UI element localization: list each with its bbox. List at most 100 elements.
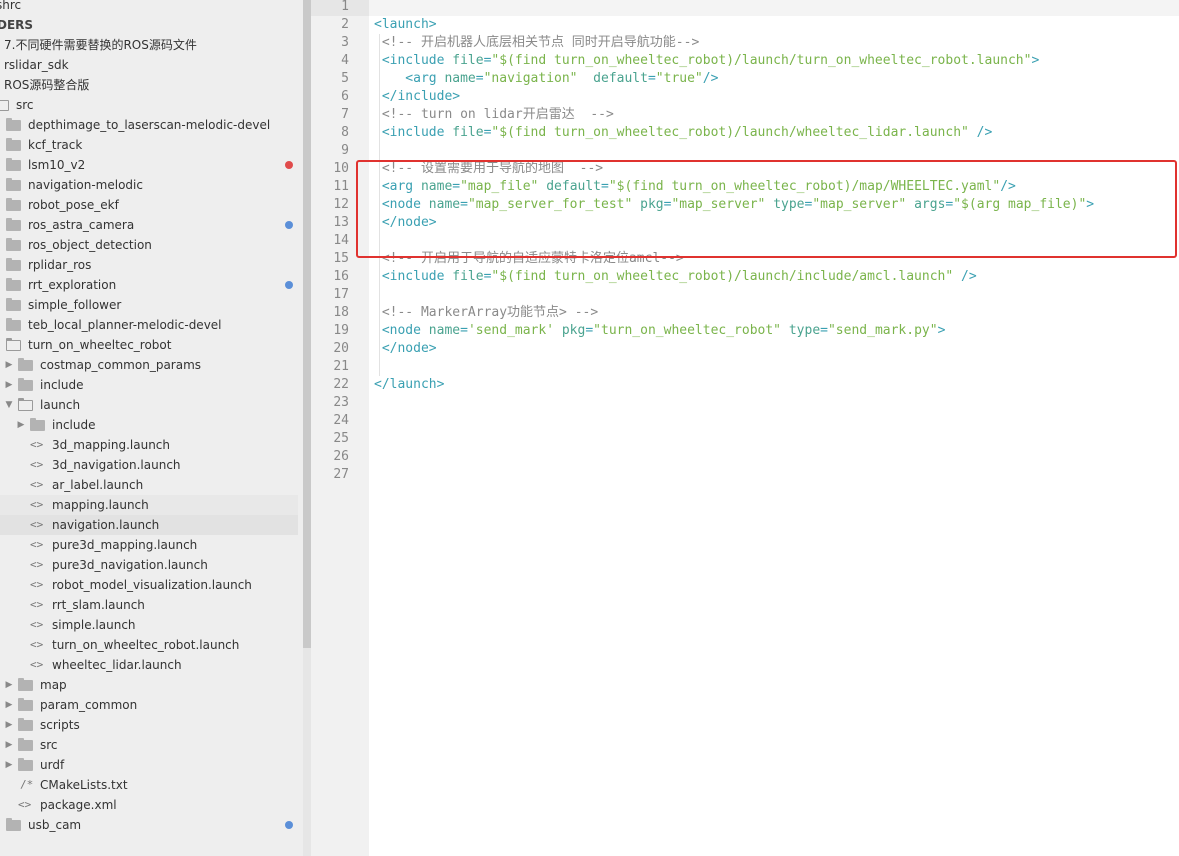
chevron-right-icon[interactable]: ▶ <box>4 375 14 395</box>
sidebar-folder-item[interactable]: ▶ costmap_common_params <box>0 355 298 375</box>
code-line[interactable]: <node name='send_mark' pkg="turn_on_whee… <box>374 322 946 340</box>
line-number: 15 <box>333 251 349 266</box>
code-line[interactable]: <!-- 开启机器人底层相关节点 同时开启导航功能--> <box>374 34 699 52</box>
sidebar-folder-item[interactable]: teb_local_planner-melodic-devel <box>0 315 298 335</box>
sidebar-file-item[interactable]: <> turn_on_wheeltec_robot.launch <box>0 635 298 655</box>
code-line[interactable]: </include> <box>374 88 460 106</box>
sidebar-scrollbar-thumb[interactable] <box>303 0 311 648</box>
chevron-right-icon[interactable]: ▶ <box>4 695 14 715</box>
sidebar-folder-item[interactable]: ▶ urdf <box>0 755 298 775</box>
code-token: = <box>585 323 594 338</box>
code-line[interactable]: <launch> <box>374 16 437 34</box>
code-line[interactable]: </launch> <box>374 376 444 394</box>
sidebar-file-item[interactable]: /* CMakeLists.txt <box>0 775 298 795</box>
sidebar-file-item[interactable]: <> pure3d_navigation.launch <box>0 555 298 575</box>
code-file-icon: <> <box>30 538 44 551</box>
folder-icon <box>18 718 33 731</box>
sidebar-folder-item[interactable]: ▼ launch <box>0 395 298 415</box>
code-line[interactable]: <!-- MarkerArray功能节点> --> <box>374 304 598 322</box>
sidebar-folder-item[interactable]: ▶ src <box>0 735 298 755</box>
sidebar-folder-item[interactable]: ▶ map <box>0 675 298 695</box>
folder-icon <box>18 758 33 771</box>
chevron-right-icon[interactable]: ▶ <box>16 415 26 435</box>
sidebar-folder-item[interactable]: rrt_exploration <box>0 275 298 295</box>
code-token: "true" <box>655 71 703 86</box>
sidebar-item[interactable]: shrc <box>0 0 298 15</box>
sidebar-file-item[interactable]: <> package.xml <box>0 795 298 815</box>
code-file-icon: <> <box>30 558 44 571</box>
sidebar-item-label: turn_on_wheeltec_robot.launch <box>52 638 240 652</box>
code-token: "$(find turn_on_wheeltec_robot)/launch/i… <box>491 269 954 284</box>
code-file-icon: <> <box>30 498 44 511</box>
sidebar-item-label: depthimage_to_laserscan-melodic-devel <box>28 118 271 132</box>
line-number: 10 <box>333 161 349 176</box>
code-token: </include> <box>374 89 461 104</box>
sidebar-folder-item[interactable]: ▶ include <box>0 415 298 435</box>
sidebar-file-item[interactable]: <> 3d_navigation.launch <box>0 455 298 475</box>
code-line[interactable]: <include file="$(find turn_on_wheeltec_r… <box>374 52 1039 70</box>
code-file-icon: <> <box>30 598 44 611</box>
sidebar-folder-item[interactable]: depthimage_to_laserscan-melodic-devel <box>0 115 298 135</box>
sidebar-folder-item[interactable]: kcf_track <box>0 135 298 155</box>
sidebar-item-label: urdf <box>40 758 65 772</box>
folder-icon <box>6 278 21 291</box>
sidebar-item-label: CMakeLists.txt <box>40 778 128 792</box>
line-number: 22 <box>333 377 349 392</box>
chevron-right-icon[interactable]: ▶ <box>4 755 14 775</box>
sidebar-item[interactable]: rslidar_sdk <box>0 55 298 75</box>
line-number: 8 <box>341 125 349 140</box>
folder-icon <box>6 118 21 131</box>
line-number: 9 <box>341 143 349 158</box>
code-line[interactable]: <arg name="navigation" default="true"/> <box>374 70 718 88</box>
sidebar-folder-item[interactable]: ros_astra_camera <box>0 215 298 235</box>
folder-icon <box>6 318 21 331</box>
sidebar-file-item[interactable]: <> simple.launch <box>0 615 298 635</box>
sidebar-folder-item[interactable]: robot_pose_ekf <box>0 195 298 215</box>
folder-icon <box>18 378 33 391</box>
code-token: = <box>460 323 468 338</box>
sidebar-file-item[interactable]: <> pure3d_mapping.launch <box>0 535 298 555</box>
sidebar-file-item[interactable]: <> rrt_slam.launch <box>0 595 298 615</box>
sidebar-item[interactable]: 7.不同硬件需要替换的ROS源码文件 <box>0 35 298 55</box>
sidebar-file-item[interactable]: <> wheeltec_lidar.launch <box>0 655 298 675</box>
line-number: 16 <box>333 269 349 284</box>
sidebar-folder-item[interactable]: src <box>0 95 298 115</box>
sidebar-item-label: navigation.launch <box>52 518 160 532</box>
sidebar-file-item[interactable]: <> robot_model_visualization.launch <box>0 575 298 595</box>
sidebar-folder-item[interactable]: ▶ include <box>0 375 298 395</box>
code-file-icon: <> <box>30 458 44 471</box>
sidebar-folder-item[interactable]: navigation-melodic <box>0 175 298 195</box>
code-line[interactable]: </node> <box>374 340 437 358</box>
sidebar-item[interactable]: DERS <box>0 15 298 35</box>
chevron-right-icon[interactable]: ▶ <box>4 735 14 755</box>
sidebar-item[interactable]: ROS源码整合版 <box>0 75 298 95</box>
code-token: = <box>475 71 484 86</box>
line-number: 24 <box>333 413 349 428</box>
sidebar-file-item[interactable]: <> navigation.launch <box>0 515 298 535</box>
code-line[interactable]: <include file="$(find turn_on_wheeltec_r… <box>374 268 977 286</box>
code-token: /> <box>968 125 993 140</box>
chevron-right-icon[interactable]: ▶ <box>4 675 14 695</box>
sidebar-file-item[interactable]: <> ar_label.launch <box>0 475 298 495</box>
chevron-down-icon[interactable]: ▼ <box>4 395 14 415</box>
sidebar-folder-item[interactable]: turn_on_wheeltec_robot <box>0 335 298 355</box>
code-line[interactable]: <!-- turn on lidar开启雷达 --> <box>374 106 614 124</box>
sidebar-file-item[interactable]: <> mapping.launch <box>0 495 298 515</box>
chevron-right-icon[interactable]: ▶ <box>4 715 14 735</box>
code-file-icon: <> <box>30 638 44 651</box>
line-number: 14 <box>333 233 349 248</box>
sidebar-folder-item[interactable]: usb_cam <box>0 815 298 835</box>
code-line[interactable]: <include file="$(find turn_on_wheeltec_r… <box>374 124 993 142</box>
code-token: > <box>937 323 946 338</box>
chevron-right-icon[interactable]: ▶ <box>4 355 14 375</box>
sidebar-folder-item[interactable]: ▶ param_common <box>0 695 298 715</box>
code-file-icon: <> <box>30 438 44 451</box>
sidebar-folder-item[interactable]: lsm10_v2 <box>0 155 298 175</box>
sidebar-file-item[interactable]: <> 3d_mapping.launch <box>0 435 298 455</box>
sidebar-item-label: include <box>52 418 96 432</box>
sidebar-folder-item[interactable]: ros_object_detection <box>0 235 298 255</box>
sidebar-folder-item[interactable]: ▶ scripts <box>0 715 298 735</box>
sidebar-folder-item[interactable]: rplidar_ros <box>0 255 298 275</box>
status-dot-untracked <box>285 281 293 289</box>
sidebar-folder-item[interactable]: simple_follower <box>0 295 298 315</box>
